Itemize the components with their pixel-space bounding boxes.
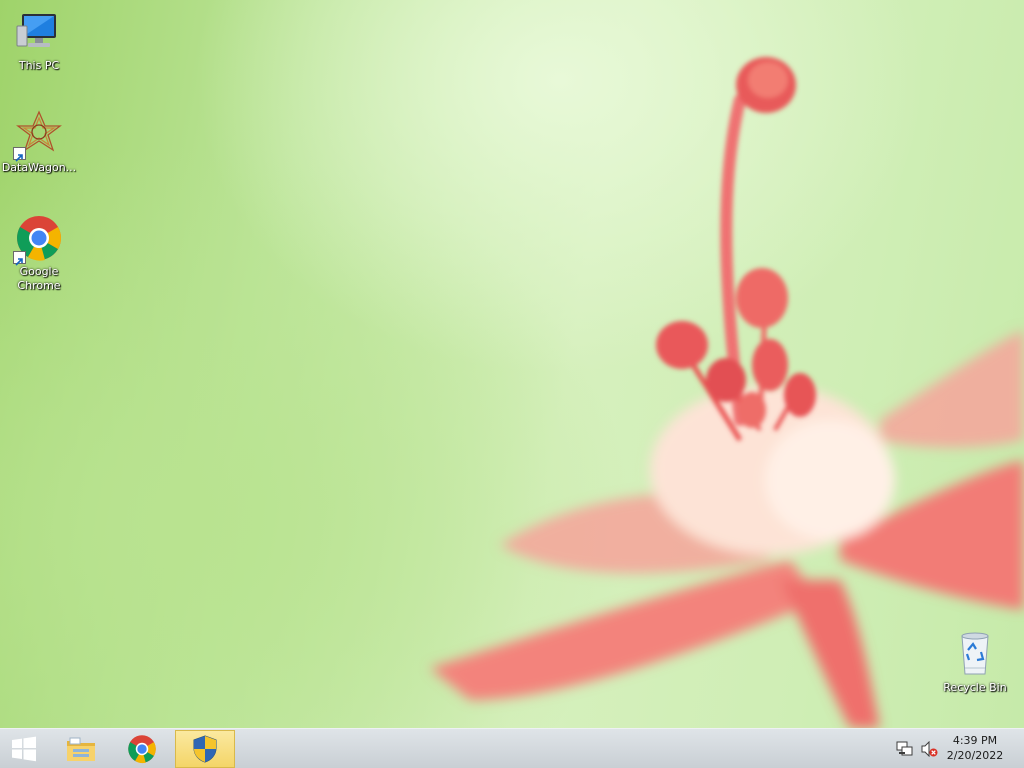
taskbar-google-chrome[interactable]: [113, 730, 171, 768]
network-icon[interactable]: [896, 741, 914, 757]
desktop-icon-label: Recycle Bin: [943, 681, 1007, 694]
desktop-icon-label: Google Chrome: [17, 265, 61, 292]
system-clock[interactable]: 4:39 PM 2/20/2022: [940, 733, 1010, 763]
desktop-icon-recycle-bin[interactable]: Recycle Bin: [937, 630, 1013, 695]
desktop-icon-label: This PC: [18, 59, 60, 72]
taskbar-user-account-control[interactable]: [175, 730, 235, 768]
taskbar: 4:39 PM 2/20/2022: [0, 728, 1024, 768]
file-explorer-icon: [67, 737, 95, 761]
computer-icon: [15, 8, 63, 56]
desktop-icon-datawagon[interactable]: DataWagon...: [1, 110, 77, 175]
chrome-icon: [13, 214, 63, 266]
wallpaper-flower: [430, 57, 1024, 728]
uac-shield-icon: [193, 735, 217, 763]
desktop-icon-label: DataWagon...: [1, 161, 77, 174]
desktop[interactable]: This PC DataWagon... Google Chrome Recyc…: [0, 0, 1024, 728]
shortcut-arrow-icon: [13, 147, 26, 162]
taskbar-file-explorer[interactable]: [52, 730, 110, 768]
desktop-icon-this-pc[interactable]: This PC: [1, 8, 77, 73]
clock-date: 2/20/2022: [946, 749, 1004, 762]
start-button[interactable]: [0, 730, 48, 768]
datawagon-icon: [13, 110, 63, 162]
windows-logo-icon: [12, 736, 36, 762]
recycle-bin-icon: [951, 630, 999, 678]
clock-time: 4:39 PM: [952, 734, 998, 747]
chrome-icon: [128, 735, 156, 764]
desktop-icon-google-chrome[interactable]: Google Chrome: [1, 214, 77, 293]
shortcut-arrow-icon: [13, 251, 26, 266]
volume-muted-icon[interactable]: [920, 740, 938, 758]
